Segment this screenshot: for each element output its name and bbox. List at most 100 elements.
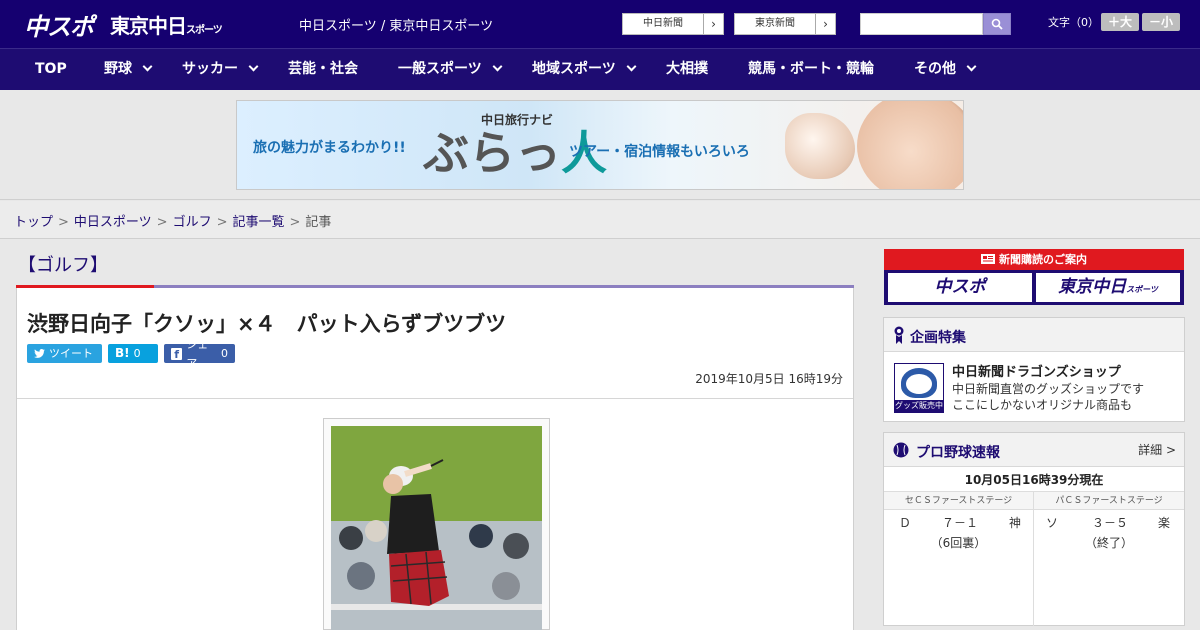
tweet-label: ツイート — [49, 347, 93, 360]
chuspo-logo[interactable]: 中スポ — [24, 7, 94, 42]
newspaper-icon — [981, 254, 995, 264]
score-detail-link[interactable]: 詳細 > — [1138, 441, 1176, 458]
game-status: （終了） — [1084, 536, 1133, 550]
nav-baseball[interactable]: 野球 — [104, 49, 153, 90]
facebook-count: 0 — [221, 347, 228, 360]
search-button[interactable] — [983, 13, 1011, 35]
chevron-down-icon — [966, 61, 977, 72]
divider — [17, 398, 853, 399]
nav-label: サッカー — [182, 61, 238, 77]
banner-big-text: ぶらっ — [423, 126, 561, 180]
score-panel-header: プロ野球速報 詳細 > — [884, 433, 1184, 467]
subscription-header: 新聞購読のご案内 — [884, 249, 1184, 270]
site-header: 中スポ 東京中日スポーツ 中日スポーツ / 東京中日スポーツ 中日新聞 › 東京… — [0, 0, 1200, 48]
dragons-shop-desc-line: 中日新聞直営のグッズショップです — [952, 382, 1145, 396]
tweet-button[interactable]: ツイート — [27, 344, 102, 363]
facebook-share-button[interactable]: f シェア 0 — [164, 338, 235, 370]
subscribe-tokyo-small: スポーツ — [1126, 285, 1158, 294]
breadcrumb-bar: トップ > 中日スポーツ > ゴルフ > 記事一覧 > 記事 — [0, 201, 1200, 239]
chevron-down-icon — [142, 61, 153, 72]
tokyo-shimbun-label: 東京新聞 — [735, 14, 815, 34]
nav-sumo[interactable]: 大相撲 — [666, 49, 708, 90]
score-panel-title: プロ野球速報 — [916, 445, 1000, 461]
breadcrumb-article-list[interactable]: 記事一覧 — [233, 215, 285, 230]
site-title[interactable]: 中日スポーツ / 東京中日スポーツ — [299, 15, 493, 34]
hatena-icon: B! — [115, 346, 130, 360]
breadcrumb-separator: > — [289, 215, 301, 230]
nav-top[interactable]: TOP — [35, 49, 67, 90]
dragons-shop-logo[interactable]: グッズ販売中 — [894, 363, 944, 413]
game-status: （6回裏） — [930, 536, 987, 550]
baseball-icon — [893, 442, 909, 458]
tokyo-chunichi-logo[interactable]: 東京中日スポーツ — [110, 10, 223, 39]
tokyo-logo-text: 東京中日 — [110, 14, 187, 38]
game-score: ３－５ — [1092, 516, 1129, 530]
dragons-shop-desc-line: ここにしかないオリジナル商品も — [952, 398, 1133, 412]
nav-label: 地域スポーツ — [532, 61, 616, 77]
breadcrumb-separator: > — [216, 215, 228, 230]
font-bigger-button[interactable]: ＋大 — [1101, 13, 1139, 31]
search-icon — [991, 18, 1003, 30]
dragons-shop-link[interactable]: 中日新聞ドラゴンズショップ — [952, 361, 1121, 380]
breadcrumb-current: 記事 — [305, 215, 332, 230]
nav-general-sports[interactable]: 一般スポーツ — [398, 49, 503, 90]
mascot-face — [906, 374, 932, 394]
breadcrumb-golf[interactable]: ゴルフ — [173, 215, 212, 230]
tokyo-shimbun-link[interactable]: 東京新聞 › — [734, 13, 836, 35]
nav-soccer[interactable]: サッカー — [182, 49, 259, 90]
facebook-icon: f — [171, 347, 183, 361]
home-team: ソ — [1046, 516, 1059, 530]
subscribe-chuspo-button[interactable]: 中スポ — [888, 273, 1032, 302]
game-score-row: ソ ３－５ 楽 — [1034, 510, 1184, 532]
subscribe-tokyo-label: 東京中日 — [1058, 277, 1127, 297]
chevron-right-icon: › — [815, 14, 835, 34]
subscription-box: 新聞購読のご案内 中スポ 東京中日スポーツ — [884, 249, 1184, 305]
travel-ad-banner[interactable]: 旅の魅力がまるわかり!! 中日旅行ナビ ぶらっ人 ツアー・宿泊情報もいろいろ — [236, 100, 964, 190]
game-stage: セＣＳファーストステージ — [884, 492, 1033, 510]
breadcrumb-chunichi-sports[interactable]: 中日スポーツ — [74, 215, 152, 230]
banner-right-text: ツアー・宿泊情報もいろいろ — [569, 144, 750, 160]
nav-other[interactable]: その他 — [914, 49, 977, 90]
feature-panel: 企画特集 グッズ販売中 中日新聞ドラゴンズショップ 中日新聞直営のグッズショップ… — [883, 317, 1185, 422]
breadcrumb-separator: > — [156, 215, 168, 230]
article-photo-frame — [323, 418, 550, 630]
game-card[interactable]: パＣＳファーストステージ ソ ３－５ 楽 （終了） — [1034, 492, 1184, 626]
chevron-right-icon: › — [703, 14, 723, 34]
nav-label: 競馬・ボート・競輪 — [748, 61, 874, 77]
ribbon-icon — [894, 326, 904, 344]
facebook-share-label: シェア — [186, 337, 209, 370]
tokyo-logo-small: スポーツ — [186, 25, 223, 36]
breadcrumb-separator: > — [58, 215, 69, 230]
game-stage: パＣＳファーストステージ — [1034, 492, 1184, 510]
dragons-shop-description: 中日新聞直営のグッズショップです ここにしかないオリジナル商品も — [952, 381, 1144, 413]
feature-panel-title: 企画特集 — [910, 330, 966, 346]
nav-entertainment[interactable]: 芸能・社会 — [288, 49, 358, 90]
golfer-illustration — [331, 426, 542, 630]
nav-local-sports[interactable]: 地域スポーツ — [532, 49, 637, 90]
game-card[interactable]: セＣＳファーストステージ Ｄ ７－１ 神 （6回裏） — [884, 492, 1034, 626]
article-headline: 渋野日向子「クソッ」×４ パット入らずブツブツ — [27, 312, 507, 336]
subscription-header-label: 新聞購読のご案内 — [999, 253, 1087, 266]
subscribe-tokyo-chunichi-button[interactable]: 東京中日スポーツ — [1036, 273, 1180, 302]
nav-label: 野球 — [104, 61, 132, 77]
chevron-down-icon — [248, 61, 259, 72]
home-team: Ｄ — [899, 516, 912, 530]
font-size-label: 文字（0） — [1048, 16, 1099, 29]
chunichi-shimbun-link[interactable]: 中日新聞 › — [622, 13, 724, 35]
search-input[interactable] — [860, 13, 983, 35]
category-heading: 【ゴルフ】 — [18, 255, 108, 276]
woman-photo — [857, 101, 963, 189]
article: 渋野日向子「クソッ」×４ パット入らずブツブツ ツイート B! 0 f シェア … — [16, 288, 854, 630]
article-photo[interactable] — [331, 426, 542, 630]
away-team: 楽 — [1158, 516, 1171, 530]
away-team: 神 — [1009, 516, 1022, 530]
font-smaller-button[interactable]: －小 — [1142, 13, 1180, 31]
baseball-score-panel: プロ野球速報 詳細 > 10月05日16時39分現在 セＣＳファーストステージ … — [883, 432, 1185, 626]
breadcrumb-top[interactable]: トップ — [14, 215, 53, 230]
nav-racing[interactable]: 競馬・ボート・競輪 — [748, 49, 874, 90]
game-score: ７－１ — [942, 516, 979, 530]
chevron-down-icon — [626, 61, 637, 72]
hatena-bookmark-button[interactable]: B! 0 — [108, 344, 158, 363]
hatena-count: 0 — [133, 347, 141, 360]
main-nav: TOP 野球 サッカー 芸能・社会 一般スポーツ 地域スポーツ 大相撲 競馬・ボ… — [0, 48, 1200, 90]
